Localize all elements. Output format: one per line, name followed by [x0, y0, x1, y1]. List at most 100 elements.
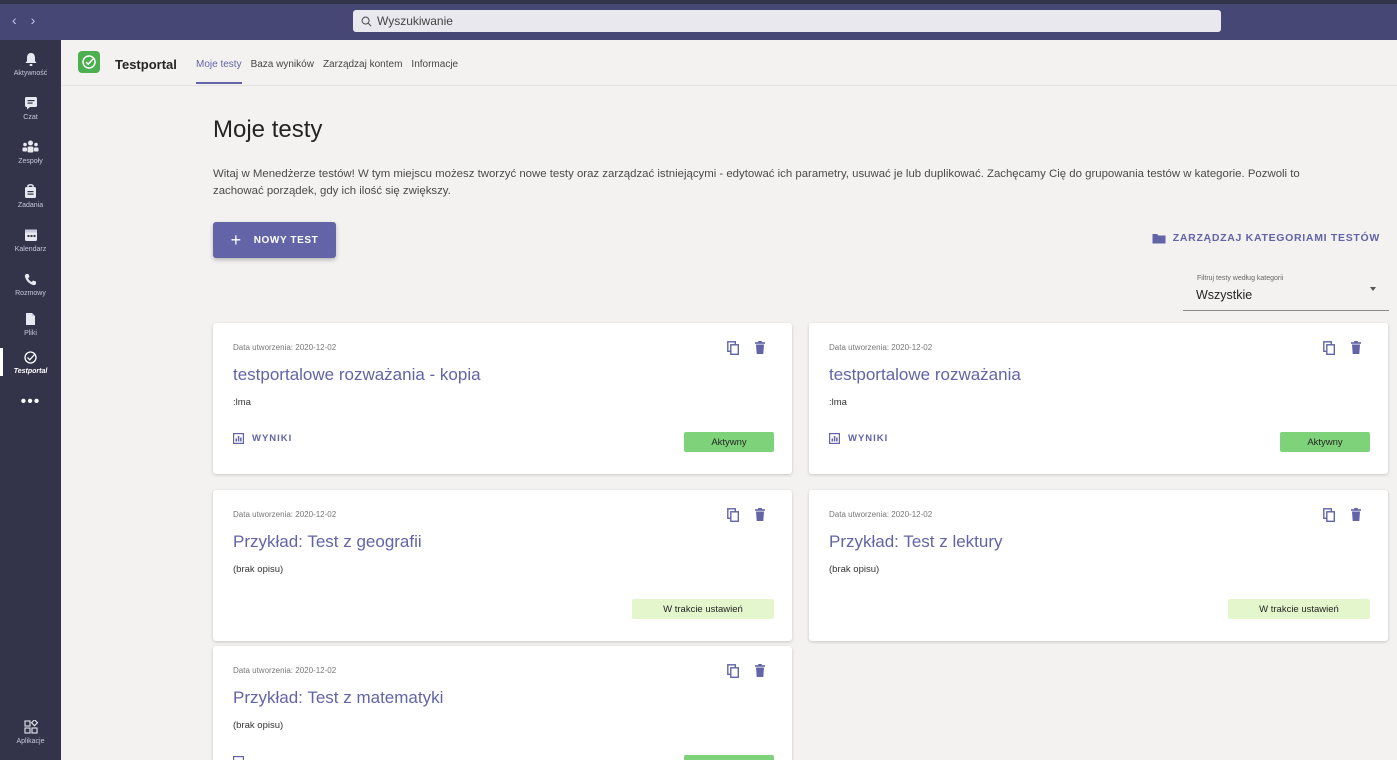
intro-text: Witaj w Menedżerze testów! W tym miejscu…	[213, 168, 1300, 197]
status-badge: W trakcie ustawień	[1228, 599, 1370, 619]
rail-item-label: Aplikacje	[16, 738, 45, 745]
rail-item-apps[interactable]: Aplikacje	[0, 712, 61, 752]
file-icon	[25, 311, 36, 327]
card-title[interactable]: Przykład: Test z matematyki	[233, 688, 443, 708]
card-actions	[727, 341, 765, 355]
rail-item-calendar[interactable]: Kalendarz	[0, 220, 61, 260]
results-button[interactable]: WYNIKI	[233, 433, 292, 444]
card-description: (brak opisu)	[233, 564, 284, 575]
new-test-label: NOWY TEST	[253, 234, 319, 246]
app-tabs: Moje testy Baza wyników Zarządzaj kontem…	[196, 59, 458, 84]
search-input[interactable]: Wyszukiwanie	[353, 10, 1221, 32]
rail-item-label: Rozmowy	[15, 290, 46, 297]
test-card: Data utworzenia: 2020-12-02 Przykład: Te…	[213, 490, 792, 641]
new-test-button[interactable]: + NOWY TEST	[213, 222, 336, 258]
card-actions	[1323, 508, 1361, 522]
apps-icon	[23, 719, 38, 735]
back-arrow-icon[interactable]: ‹	[12, 12, 17, 28]
delete-icon[interactable]	[755, 508, 765, 522]
card-actions	[727, 508, 765, 522]
chart-icon	[233, 433, 244, 444]
rail-item-label: Testportal	[13, 368, 48, 375]
phone-icon	[24, 271, 37, 287]
results-label: WYNIKI	[848, 433, 889, 444]
duplicate-icon[interactable]	[1323, 508, 1335, 522]
app-name: Testportal	[115, 57, 177, 72]
card-actions	[727, 664, 765, 678]
card-description: :lma	[829, 397, 847, 408]
chart-icon	[233, 756, 244, 760]
card-actions	[1323, 341, 1361, 355]
manage-categories-label: ZARZĄDZAJ KATEGORIAMI TESTÓW	[1172, 232, 1380, 244]
forward-arrow-icon[interactable]: ›	[31, 12, 36, 28]
status-badge: W trakcie ustawień	[632, 599, 774, 619]
card-date: Data utworzenia: 2020-12-02	[233, 666, 337, 675]
test-card: Data utworzenia: 2020-12-02 testportalow…	[809, 323, 1388, 474]
rail-item-label: Pliki	[24, 330, 37, 337]
test-card: Data utworzenia: 2020-12-02 Przykład: Te…	[809, 490, 1388, 641]
app-rail: Aktywność Czat Zespoły Zadania Kalendarz…	[0, 40, 61, 760]
folder-icon	[1152, 233, 1166, 243]
top-bar: ‹ › Wyszukiwanie	[0, 0, 1397, 40]
card-date: Data utworzenia: 2020-12-02	[829, 343, 933, 352]
card-date: Data utworzenia: 2020-12-02	[829, 510, 933, 519]
delete-icon[interactable]	[755, 664, 765, 678]
manage-categories-link[interactable]: ZARZĄDZAJ KATEGORIAMI TESTÓW	[1152, 232, 1380, 244]
status-badge	[684, 755, 774, 760]
plus-icon: +	[230, 230, 242, 250]
duplicate-icon[interactable]	[727, 341, 739, 355]
duplicate-icon[interactable]	[1323, 341, 1335, 355]
tab-results-database[interactable]: Baza wyników	[251, 59, 314, 84]
testportal-logo-icon	[78, 51, 100, 73]
more-icon: •••	[20, 393, 41, 410]
status-badge: Aktywny	[684, 432, 774, 452]
card-title[interactable]: Przykład: Test z lektury	[829, 532, 1003, 552]
delete-icon[interactable]	[1351, 508, 1361, 522]
filter-label: Filtruj testy według kategorii	[1197, 275, 1284, 282]
rail-item-label: Czat	[23, 114, 38, 121]
test-card: Data utworzenia: 2020-12-02 Przykład: Te…	[213, 646, 792, 760]
duplicate-icon[interactable]	[727, 664, 739, 678]
bell-icon	[24, 51, 38, 67]
assignments-icon	[24, 183, 37, 199]
category-filter-select[interactable]: Filtruj testy według kategorii Wszystkie	[1183, 270, 1389, 311]
tab-manage-account[interactable]: Zarządzaj kontem	[323, 59, 402, 84]
nav-arrows: ‹ ›	[12, 12, 35, 28]
status-badge: Aktywny	[1280, 432, 1370, 452]
rail-item-testportal[interactable]: Testportal	[0, 342, 61, 382]
tab-information[interactable]: Informacje	[411, 59, 458, 84]
search-icon	[361, 16, 372, 26]
chat-icon	[24, 95, 38, 111]
card-title[interactable]: Przykład: Test z geografii	[233, 532, 422, 552]
chart-icon	[829, 433, 840, 444]
dropdown-arrow-icon	[1370, 287, 1376, 291]
rail-item-label: Aktywność	[13, 70, 48, 77]
tab-my-tests[interactable]: Moje testy	[196, 59, 242, 84]
rail-item-chat[interactable]: Czat	[0, 88, 61, 128]
rail-more-button[interactable]: •••	[0, 382, 61, 422]
delete-icon[interactable]	[1351, 341, 1361, 355]
card-date: Data utworzenia: 2020-12-02	[233, 510, 337, 519]
calendar-icon	[24, 227, 38, 243]
card-date: Data utworzenia: 2020-12-02	[233, 343, 337, 352]
teams-icon	[22, 139, 39, 155]
rail-item-label: Kalendarz	[14, 246, 47, 253]
duplicate-icon[interactable]	[727, 508, 739, 522]
results-button[interactable]: WYNIKI	[829, 433, 888, 444]
filter-value: Wszystkie	[1196, 288, 1253, 302]
rail-item-assignments[interactable]: Zadania	[0, 176, 61, 216]
app-header: Testportal Moje testy Baza wyników Zarzą…	[61, 40, 1397, 86]
card-title[interactable]: testportalowe rozważania	[829, 365, 1021, 385]
rail-item-calls[interactable]: Rozmowy	[0, 264, 61, 304]
rail-item-files[interactable]: Pliki	[0, 304, 61, 344]
results-button[interactable]	[233, 756, 244, 760]
rail-item-activity[interactable]: Aktywność	[0, 44, 61, 84]
card-title[interactable]: testportalowe rozważania - kopia	[233, 365, 481, 385]
card-description: (brak opisu)	[233, 720, 284, 731]
testportal-icon	[23, 349, 38, 365]
card-description: :lma	[233, 397, 251, 408]
rail-item-label: Zespoły	[18, 158, 43, 165]
rail-item-label: Zadania	[17, 202, 44, 209]
rail-item-teams[interactable]: Zespoły	[0, 132, 61, 172]
delete-icon[interactable]	[755, 341, 765, 355]
